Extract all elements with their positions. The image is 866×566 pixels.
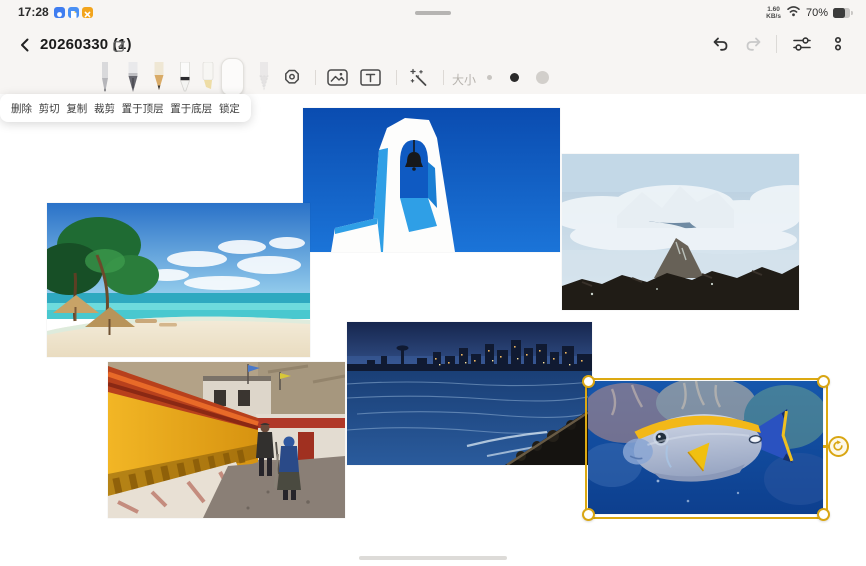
notification-app-icon [54, 7, 65, 18]
image-context-menu: 删除 剪切 复制 裁剪 置于顶层 置于底层 锁定 [0, 94, 251, 122]
toolbar-divider [315, 70, 316, 85]
rename-icon[interactable] [112, 38, 127, 58]
menu-item-delete[interactable]: 删除 [11, 101, 32, 116]
size-dot-medium-selected[interactable] [510, 73, 519, 82]
magic-wand-button[interactable] [408, 67, 430, 93]
wifi-icon [786, 4, 801, 22]
rotate-handle[interactable] [828, 436, 849, 457]
top-chrome: 17:28 1.60 KB/s 70% 20260330 (1) [0, 0, 866, 95]
selection-border[interactable] [585, 378, 828, 519]
menu-item-crop[interactable]: 裁剪 [94, 101, 115, 116]
size-label: 大小 [452, 71, 476, 88]
size-dot-large[interactable] [536, 71, 549, 84]
notification-doc-icon [68, 7, 79, 18]
titlebar-divider [776, 35, 777, 53]
rotate-arrow-icon [832, 440, 844, 452]
adjustments-button[interactable] [792, 35, 812, 58]
menu-item-copy[interactable]: 复制 [66, 101, 87, 116]
photo-monastery-street[interactable] [108, 362, 345, 518]
redo-button[interactable] [744, 34, 764, 59]
fountain-pen-tool[interactable] [124, 62, 142, 98]
status-time: 17:28 [18, 5, 49, 19]
battery-icon [833, 8, 850, 18]
highlighter-tool[interactable] [199, 62, 217, 98]
selection-handle-bottom-right[interactable] [817, 508, 830, 521]
insert-textbox-button[interactable] [360, 69, 381, 91]
menu-item-cut[interactable]: 剪切 [39, 101, 60, 116]
settings-gear-icon[interactable] [282, 68, 302, 93]
selection-handle-top-left[interactable] [582, 375, 595, 388]
eraser-tool[interactable] [221, 58, 244, 96]
pencil-tool[interactable] [150, 62, 168, 98]
size-dot-small[interactable] [487, 75, 492, 80]
more-menu-button[interactable] [831, 34, 845, 59]
lasso-pen-tool[interactable] [255, 62, 273, 98]
selection-handle-bottom-left[interactable] [582, 508, 595, 521]
photo-city-skyline[interactable] [347, 322, 592, 465]
menu-item-bring-to-front[interactable]: 置于顶层 [122, 101, 164, 116]
menu-item-send-to-back[interactable]: 置于底层 [170, 101, 212, 116]
insert-image-button[interactable] [327, 69, 348, 91]
ballpoint-pen-tool[interactable] [96, 62, 114, 98]
note-canvas[interactable]: 删除 剪切 复制 裁剪 置于顶层 置于底层 锁定 [0, 94, 866, 566]
network-speed-indicator: 1.60 KB/s [766, 6, 781, 20]
home-gesture-bar[interactable] [359, 556, 507, 560]
back-button[interactable] [16, 36, 34, 59]
battery-percent: 70% [806, 7, 828, 19]
menu-item-lock[interactable]: 锁定 [219, 101, 240, 116]
photo-bell-tower[interactable] [303, 108, 560, 252]
photo-beach[interactable] [47, 203, 310, 357]
gel-pen-tool[interactable] [176, 62, 194, 98]
toolbar-divider [396, 70, 397, 85]
toolbar-divider [443, 70, 444, 85]
undo-button[interactable] [710, 34, 730, 59]
notification-x-icon [82, 7, 93, 18]
selection-handle-top-right[interactable] [817, 375, 830, 388]
screen-notch-dash [415, 11, 451, 15]
photo-mountains[interactable] [562, 154, 799, 310]
